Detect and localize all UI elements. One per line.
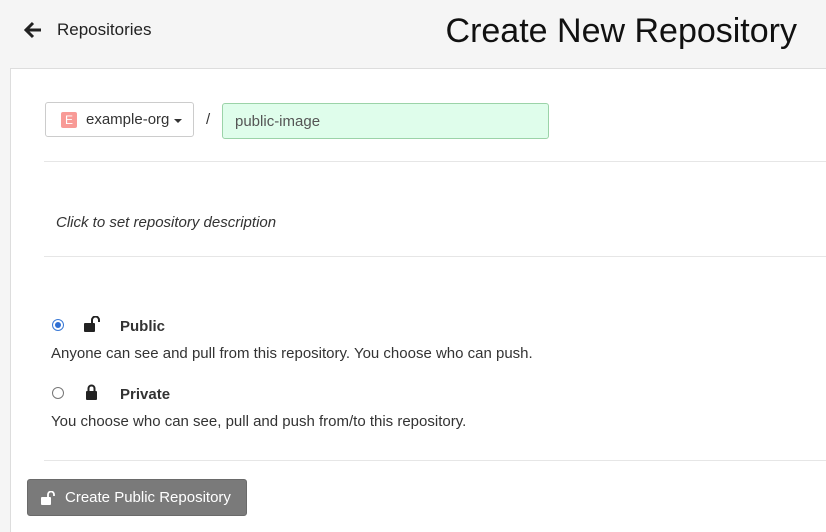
namespace-label: example-org [86,111,170,128]
unlock-icon [84,316,100,332]
private-option-title: Private [120,386,171,403]
header: Repositories Create New Repository [0,0,826,68]
create-button-label: Create Public Repository [65,489,231,506]
repository-name-input[interactable] [222,103,549,139]
private-option-description: You choose who can see, pull and push fr… [51,413,467,430]
caret-down-icon [174,118,183,123]
arrow-left-icon [24,21,41,39]
divider [44,161,826,162]
namespace-separator: / [206,111,211,128]
public-option-description: Anyone can see and pull from this reposi… [51,345,533,362]
page-title: Create New Repository [445,12,797,50]
public-radio[interactable] [52,319,64,331]
divider [44,460,826,461]
back-link-label: Repositories [57,20,152,39]
lock-icon [86,384,97,400]
page: Repositories Create New Repository E exa… [0,0,826,532]
back-to-repositories-link[interactable]: Repositories [24,20,152,40]
namespace-avatar: E [61,111,77,128]
create-repository-form: E example-org / Click to set repository … [10,68,826,532]
namespace-dropdown[interactable]: E example-org [45,102,194,137]
repository-description-editable[interactable]: Click to set repository description [56,214,276,231]
divider [44,256,826,257]
create-repository-button[interactable]: Create Public Repository [27,479,247,516]
private-radio[interactable] [52,387,64,399]
public-option-title: Public [120,318,166,335]
unlock-icon [41,490,55,505]
